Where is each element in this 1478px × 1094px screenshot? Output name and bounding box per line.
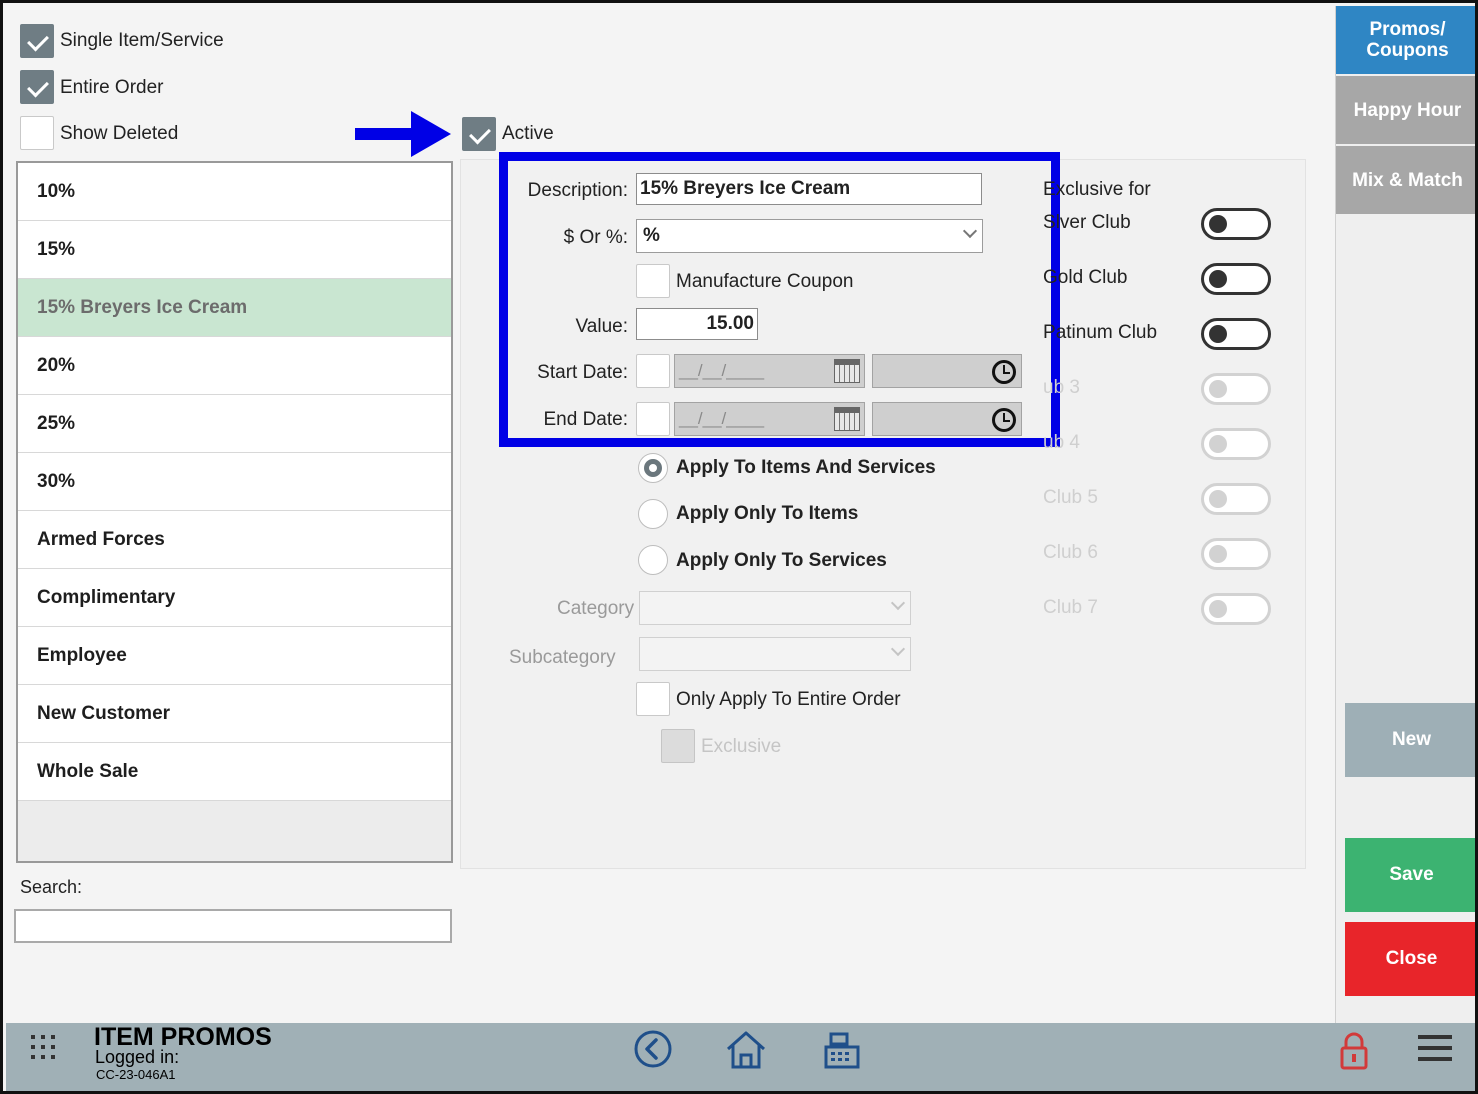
new-button[interactable]: New — [1345, 703, 1475, 777]
apply-only-services-radio[interactable] — [638, 545, 668, 575]
show-deleted-label: Show Deleted — [60, 123, 179, 144]
club-label: Patinum Club — [1043, 322, 1158, 343]
entire-order-checkbox[interactable] — [20, 70, 54, 104]
club-toggle[interactable] — [1201, 318, 1271, 350]
hamburger-menu-icon[interactable] — [1418, 1033, 1454, 1063]
exclusive-checkbox[interactable] — [661, 729, 695, 763]
close-button-label: Close — [1385, 948, 1438, 969]
terminal-id: CC-23-046A1 — [96, 1067, 176, 1082]
club-label: Gold Club — [1043, 267, 1128, 288]
promo-list-item[interactable]: 15% — [18, 221, 451, 279]
save-button-label: Save — [1389, 864, 1434, 885]
promo-list-item[interactable]: 20% — [18, 337, 451, 395]
tab-mix-match-label: Mix & Match — [1352, 170, 1463, 191]
promo-list-item[interactable]: Whole Sale — [18, 743, 451, 801]
entire-order-label: Entire Order — [60, 77, 164, 98]
promo-list-item[interactable]: 25% — [18, 395, 451, 453]
grid-icon[interactable] — [29, 1033, 59, 1063]
promo-list-item[interactable]: New Customer — [18, 685, 451, 743]
annotation-arrow-head — [411, 111, 451, 157]
search-input[interactable] — [14, 909, 452, 943]
tab-promos-coupons-label: Promos/ Coupons — [1366, 19, 1449, 61]
club-label: Club 6 — [1043, 542, 1098, 563]
promo-list-item[interactable]: Employee — [18, 627, 451, 685]
club-label: ub 3 — [1043, 377, 1080, 398]
club-toggle[interactable] — [1201, 263, 1271, 295]
promo-list-item[interactable]: Complimentary — [18, 569, 451, 627]
apply-items-services-label: Apply To Items And Services — [676, 457, 936, 478]
club-label: Club 5 — [1043, 487, 1098, 508]
club-toggle[interactable] — [1201, 593, 1271, 625]
apply-only-services-label: Apply Only To Services — [676, 550, 887, 571]
single-item-service-label: Single Item/Service — [60, 30, 224, 51]
chevron-down-icon — [890, 641, 906, 657]
annotation-arrow-shaft — [355, 128, 417, 140]
promo-list-item[interactable]: Armed Forces — [18, 511, 451, 569]
apply-only-items-label: Apply Only To Items — [676, 503, 859, 524]
search-label: Search: — [20, 877, 83, 897]
only-entire-order-checkbox[interactable] — [636, 682, 670, 716]
apply-items-services-radio[interactable] — [638, 453, 668, 483]
subcategory-label: Subcategory — [509, 647, 616, 668]
logged-in-label: Logged in: — [95, 1047, 180, 1067]
lock-icon[interactable] — [1338, 1031, 1370, 1071]
single-item-service-checkbox[interactable] — [20, 24, 54, 58]
chevron-down-icon — [890, 595, 906, 611]
only-entire-order-label: Only Apply To Entire Order — [676, 689, 901, 710]
club-toggle[interactable] — [1201, 208, 1271, 240]
home-icon[interactable] — [724, 1029, 768, 1071]
club-toggle[interactable] — [1201, 373, 1271, 405]
save-button[interactable]: Save — [1345, 838, 1475, 912]
exclusive-for-header: Exclusive for — [1043, 179, 1151, 200]
tab-happy-hour[interactable]: Happy Hour — [1336, 76, 1475, 144]
promo-list: 10% 15% 15% Breyers Ice Cream 20% 25% 30% Arme… — [16, 161, 453, 863]
club-toggle[interactable] — [1201, 428, 1271, 460]
new-button-label: New — [1391, 729, 1432, 750]
promo-list-item[interactable]: 10% — [18, 163, 451, 221]
apply-only-items-radio[interactable] — [638, 499, 668, 529]
club-label: Club 7 — [1043, 597, 1098, 618]
back-arrow-icon[interactable] — [633, 1029, 673, 1069]
active-label: Active — [502, 123, 554, 144]
annotation-highlight-box — [499, 152, 1060, 447]
show-deleted-checkbox[interactable] — [20, 116, 54, 150]
tab-promos-coupons[interactable]: Promos/ Coupons — [1336, 6, 1475, 74]
exclusive-label: Exclusive — [701, 736, 782, 757]
app-window: Single Item/Service Entire Order Show De… — [0, 0, 1478, 1094]
promo-list-item[interactable]: 15% Breyers Ice Cream — [18, 279, 451, 337]
club-toggle[interactable] — [1201, 538, 1271, 570]
club-label: ub 4 — [1043, 432, 1080, 453]
category-select[interactable] — [639, 591, 911, 625]
cash-register-icon[interactable] — [821, 1029, 863, 1071]
active-checkbox[interactable] — [462, 117, 496, 151]
side-nav: Promos/ Coupons Happy Hour Mix & Match N… — [1335, 6, 1475, 1023]
close-button[interactable]: Close — [1345, 922, 1475, 996]
tab-happy-hour-label: Happy Hour — [1353, 99, 1462, 121]
tab-mix-match[interactable]: Mix & Match — [1336, 146, 1475, 214]
category-label: Category — [557, 598, 635, 619]
club-toggle[interactable] — [1201, 483, 1271, 515]
club-label: Slver Club — [1043, 212, 1131, 233]
subcategory-select[interactable] — [639, 637, 911, 671]
promo-list-item[interactable]: 30% — [18, 453, 451, 511]
bottom-bar: ITEM PROMOS Logged in: CC-23-046A1 — [6, 1023, 1475, 1091]
